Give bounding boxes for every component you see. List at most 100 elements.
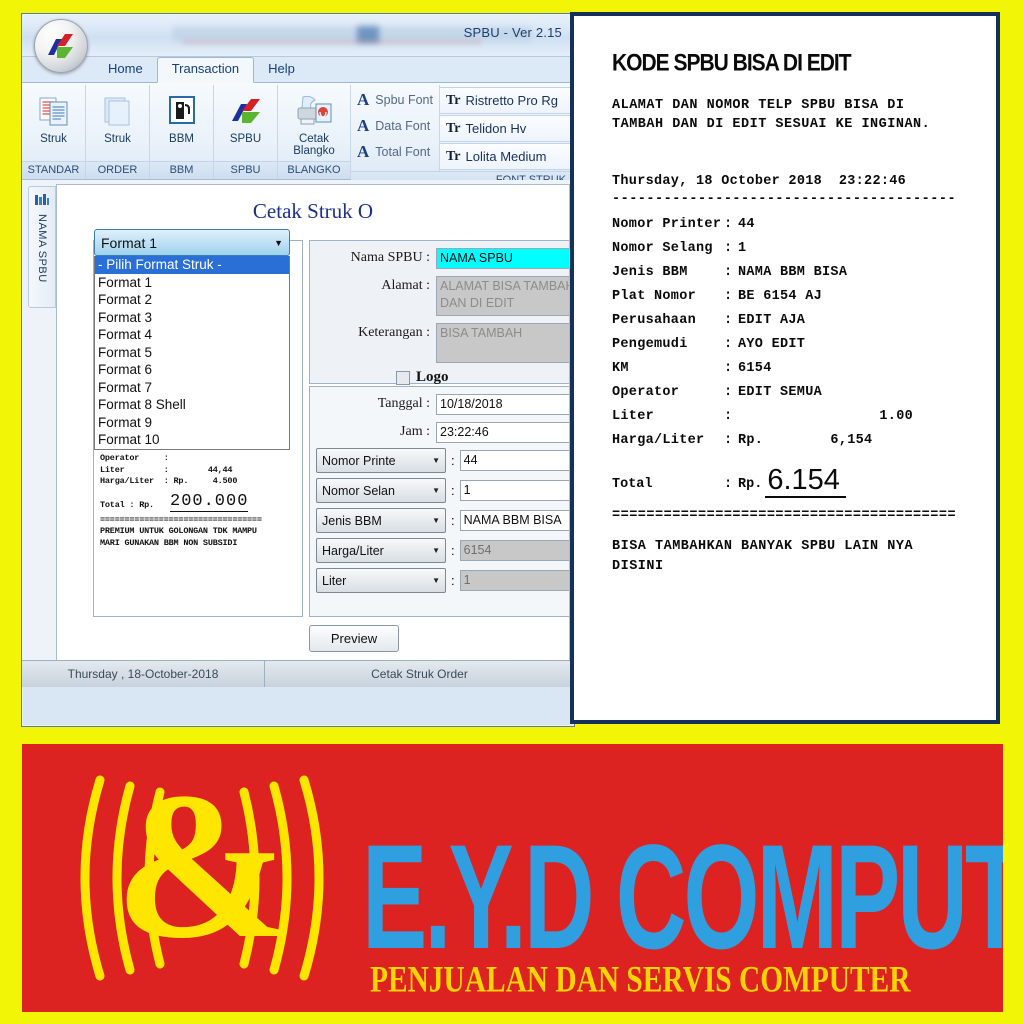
colon-separator: : bbox=[451, 573, 455, 588]
data-font-value-button[interactable]: Tr Telidon Hv bbox=[440, 115, 574, 142]
preview-button[interactable]: Preview bbox=[309, 625, 399, 652]
receipt-row: Operator: EDIT SEMUA bbox=[612, 381, 996, 405]
nama-spbu-row: Nama SPBU : NAMA SPBU bbox=[310, 248, 569, 269]
receipt-subheader: ALAMAT DAN NOMOR TELP SPBU BISA DI TAMBA… bbox=[612, 98, 931, 132]
format-option-10[interactable]: Format 10 bbox=[95, 431, 289, 449]
format-option-2[interactable]: Format 2 bbox=[95, 291, 289, 309]
format-option-9[interactable]: Format 9 bbox=[95, 414, 289, 432]
bbm-button[interactable]: BBM bbox=[150, 85, 213, 161]
eyd-computer-banner: & E.Y.D COMPUTER PENJUALAN DAN SERVIS CO… bbox=[22, 744, 1003, 1012]
format-option-7[interactable]: Format 7 bbox=[95, 379, 289, 397]
spbu-font-label: Spbu Font bbox=[375, 93, 433, 107]
receipt-footer: BISA TAMBAHKAN BANYAK SPBU LAIN NYA DISI… bbox=[612, 539, 914, 574]
nomor-selang-value[interactable]: 1 bbox=[459, 480, 569, 501]
nomor-selang-label: Nomor Selan bbox=[322, 483, 395, 498]
alamat-input[interactable]: ALAMAT BISA TAMBAH DAN DI EDIT bbox=[436, 276, 569, 316]
thumb-total-row: Total : Rp. 200.000 bbox=[100, 492, 296, 512]
receipt-row: Nomor Printer:44 bbox=[612, 213, 996, 237]
keterangan-row: Keterangan : BISA TAMBAH bbox=[310, 323, 569, 363]
receipt-row-key: Nomor Printer bbox=[612, 217, 722, 232]
window-body: NAMA SPBU Cetak Struk O Operator : Liter… bbox=[22, 180, 574, 687]
receipt-row-colon: : bbox=[724, 337, 733, 352]
keterangan-input[interactable]: BISA TAMBAH bbox=[436, 323, 569, 363]
receipt-row-colon: : bbox=[724, 217, 733, 232]
spbu-list-icon bbox=[35, 194, 49, 205]
receipt-row-colon: : bbox=[724, 241, 733, 256]
nomor-printer-dropdown[interactable]: Nomor Printe ▼ bbox=[316, 448, 446, 473]
jenis-bbm-dropdown[interactable]: Jenis BBM ▼ bbox=[316, 508, 446, 533]
format-option-5[interactable]: Format 5 bbox=[95, 344, 289, 362]
transaction-data-panel: Tanggal : 10/18/2018 Jam : 23:22:46 Nomo… bbox=[309, 386, 569, 617]
liter-row: Liter ▼ : 1 bbox=[316, 568, 569, 593]
jenis-bbm-row: Jenis BBM ▼ : NAMA BBM BISA bbox=[316, 508, 569, 533]
struk-order-button[interactable]: Struk bbox=[86, 85, 149, 161]
document-canvas: Cetak Struk O Operator : Liter : 44,44 H… bbox=[56, 184, 570, 683]
receipt-row-value: 6154 bbox=[738, 361, 772, 376]
format-option-4[interactable]: Format 4 bbox=[95, 326, 289, 344]
harga-liter-value[interactable]: 6154 bbox=[459, 540, 569, 561]
colon-separator: : bbox=[451, 483, 455, 498]
spbu-button[interactable]: SPBU bbox=[214, 85, 277, 161]
format-option-6[interactable]: Format 6 bbox=[95, 361, 289, 379]
receipt-row-key: Harga/Liter bbox=[612, 433, 705, 448]
font-tt-icon: Tr bbox=[446, 120, 461, 136]
tab-home[interactable]: Home bbox=[94, 57, 157, 81]
tab-help[interactable]: Help bbox=[254, 57, 309, 81]
logo-checkbox[interactable] bbox=[396, 370, 410, 385]
ribbon-group-label-bbm: BBM bbox=[150, 161, 213, 179]
thumb-separator: ================================= bbox=[100, 514, 262, 525]
jenis-bbm-value[interactable]: NAMA BBM BISA bbox=[459, 510, 569, 531]
colon-separator: : bbox=[451, 513, 455, 528]
thumb-footer-1: PREMIUM UNTUK GOLONGAN TDK MAMPU bbox=[100, 526, 257, 536]
document-lines-icon bbox=[37, 91, 71, 131]
spbu-identity-panel: Nama SPBU : NAMA SPBU Alamat : ALAMAT BI… bbox=[309, 240, 569, 386]
tanggal-row: Tanggal : 10/18/2018 bbox=[310, 394, 569, 415]
chevron-down-icon: ▼ bbox=[432, 456, 440, 465]
liter-dropdown[interactable]: Liter ▼ bbox=[316, 568, 446, 593]
nomor-printer-value[interactable]: 44 bbox=[459, 450, 569, 471]
receipt-eq-separator: ======================================== bbox=[612, 508, 957, 523]
harga-liter-row: Harga/Liter ▼ : 6154 bbox=[316, 538, 569, 563]
receipt-row-key: Pengemudi bbox=[612, 337, 688, 352]
ribbon-group-bbm: BBM BBM bbox=[150, 85, 214, 179]
total-font-value-button[interactable]: Tr Lolita Medium bbox=[440, 143, 574, 170]
liter-value[interactable]: 1 bbox=[459, 570, 569, 591]
format-option-1[interactable]: Format 1 bbox=[95, 274, 289, 292]
receipt-total-value: 6.154 bbox=[765, 465, 846, 498]
nomor-selang-dropdown[interactable]: Nomor Selan ▼ bbox=[316, 478, 446, 503]
receipt-row-key: Nomor Selang bbox=[612, 241, 713, 256]
total-font-row[interactable]: A Total Font bbox=[351, 139, 439, 165]
chevron-down-icon: ▼ bbox=[432, 486, 440, 495]
receipt-row-colon: : bbox=[724, 385, 733, 400]
format-struk-option-list[interactable]: - Pilih Format Struk - Format 1 Format 2… bbox=[94, 256, 290, 450]
fuel-pump-icon bbox=[165, 91, 199, 131]
logo-checkbox-row[interactable]: Logo bbox=[310, 369, 569, 386]
data-font-row[interactable]: A Data Font bbox=[351, 113, 439, 139]
application-orb-button[interactable] bbox=[34, 19, 88, 73]
format-struk-selected[interactable]: Format 1 ▼ bbox=[94, 229, 290, 256]
format-struk-dropdown[interactable]: Format 1 ▼ - Pilih Format Struk - Format… bbox=[94, 229, 290, 450]
harga-liter-dropdown[interactable]: Harga/Liter ▼ bbox=[316, 538, 446, 563]
format-option-8-shell[interactable]: Format 8 Shell bbox=[95, 396, 289, 414]
data-font-label: Data Font bbox=[375, 119, 431, 133]
spbu-font-value-button[interactable]: Tr Ristretto Pro Rg bbox=[440, 87, 574, 114]
format-struk-selected-label: Format 1 bbox=[101, 234, 158, 251]
format-option-placeholder[interactable]: - Pilih Format Struk - bbox=[95, 256, 289, 274]
tab-transaction[interactable]: Transaction bbox=[156, 57, 255, 83]
nama-spbu-input[interactable]: NAMA SPBU bbox=[436, 248, 569, 269]
chevron-down-icon: ▼ bbox=[432, 576, 440, 585]
nomor-printer-row: Nomor Printe ▼ : 44 bbox=[316, 448, 569, 473]
jam-input[interactable]: 23:22:46 bbox=[436, 422, 569, 443]
sidebar-tab-nama-spbu[interactable]: NAMA SPBU bbox=[28, 186, 56, 308]
format-option-3[interactable]: Format 3 bbox=[95, 309, 289, 327]
font-a-icon: A bbox=[357, 90, 370, 109]
receipt-row: Harga/Liter: Rp. 6,154 bbox=[612, 429, 996, 453]
font-tt-icon: Tr bbox=[446, 92, 461, 108]
struk-standar-button[interactable]: Struk bbox=[22, 85, 85, 161]
receipt-row-value: BE 6154 AJ bbox=[738, 289, 823, 304]
tanggal-input[interactable]: 10/18/2018 bbox=[436, 394, 569, 415]
cetak-blangko-button[interactable]: Cetak Blangko bbox=[278, 85, 350, 161]
receipt-row-value: Rp. 6,154 bbox=[738, 433, 873, 448]
spbu-font-row[interactable]: A Spbu Font bbox=[351, 87, 439, 113]
receipt-row-colon: : bbox=[724, 433, 733, 448]
